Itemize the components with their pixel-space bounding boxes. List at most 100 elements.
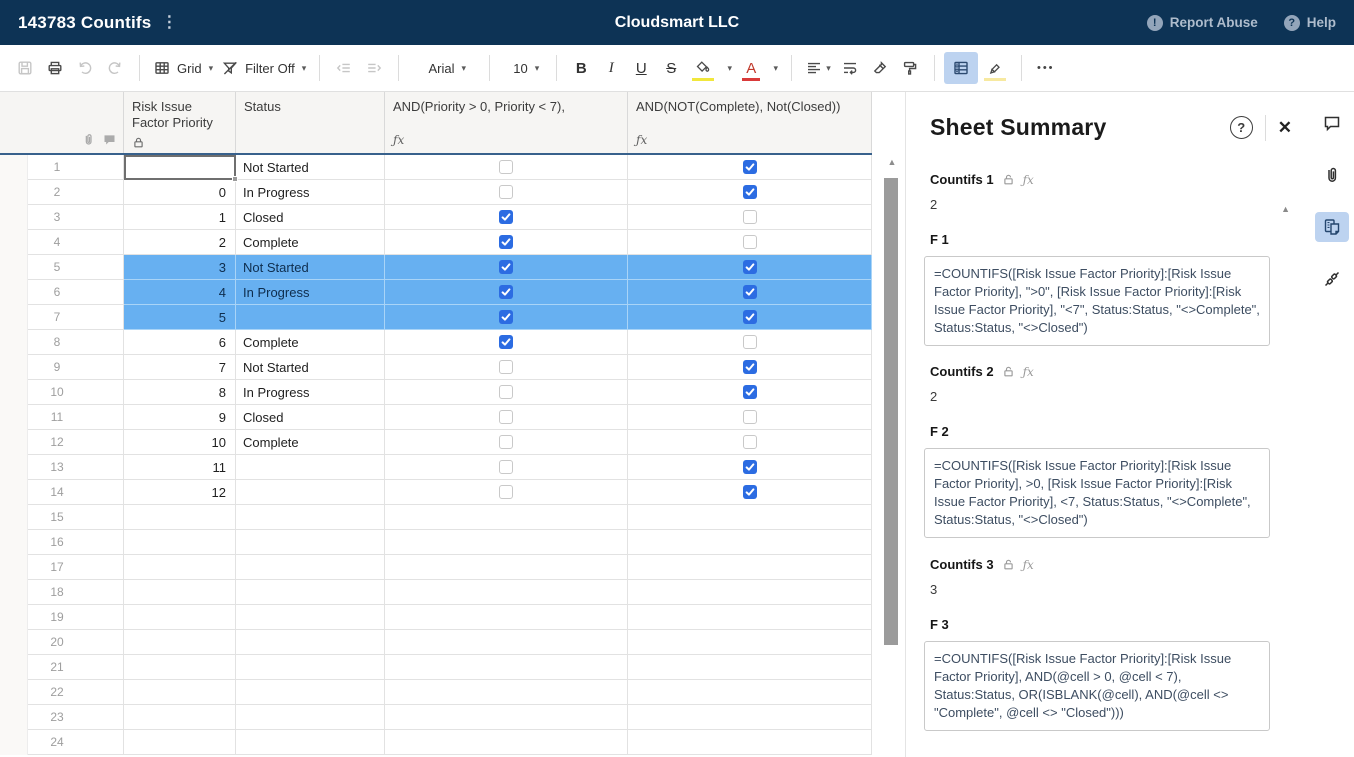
cell-risk-priority[interactable]: 7 xyxy=(124,355,236,380)
cell-status[interactable]: Complete xyxy=(236,230,385,255)
cell-status[interactable] xyxy=(236,630,385,655)
row-number[interactable]: 1 xyxy=(28,155,124,180)
cell-risk-priority[interactable]: 9 xyxy=(124,405,236,430)
font-color-dropdown[interactable]: ▾ xyxy=(766,52,782,84)
checkbox-unchecked[interactable] xyxy=(499,360,513,374)
cell-formula-1[interactable] xyxy=(385,205,628,230)
cell-risk-priority[interactable]: 10 xyxy=(124,430,236,455)
cell-formula-1[interactable] xyxy=(385,480,628,505)
checkbox-unchecked[interactable] xyxy=(499,185,513,199)
checkbox-unchecked[interactable] xyxy=(499,385,513,399)
cell-risk-priority[interactable] xyxy=(124,605,236,630)
font-color-button[interactable]: A xyxy=(736,52,766,84)
font-size-select[interactable]: 10 ▾ xyxy=(499,52,547,84)
cell-risk-priority[interactable]: 6 xyxy=(124,330,236,355)
cell-risk-priority[interactable] xyxy=(124,630,236,655)
fill-color-dropdown[interactable]: ▾ xyxy=(720,52,736,84)
checkbox-checked[interactable] xyxy=(742,160,757,174)
cell-risk-priority[interactable]: 3 xyxy=(124,255,236,280)
column-header-formula-2[interactable]: AND(NOT(Complete), Not(Closed)) ƒx xyxy=(628,92,872,153)
checkbox-checked[interactable] xyxy=(742,185,757,199)
cell-formula-1[interactable] xyxy=(385,405,628,430)
strikethrough-button[interactable]: S xyxy=(656,52,686,84)
report-abuse-link[interactable]: ! Report Abuse xyxy=(1146,14,1258,31)
print-button[interactable] xyxy=(40,52,70,84)
checkbox-checked[interactable] xyxy=(742,310,757,324)
cell-formula-2[interactable] xyxy=(628,705,872,730)
cell-formula-1[interactable] xyxy=(385,730,628,755)
cell-status[interactable] xyxy=(236,705,385,730)
cell-risk-priority[interactable]: 5 xyxy=(124,305,236,330)
scrollbar-thumb[interactable] xyxy=(884,178,898,645)
cell-formula-2[interactable] xyxy=(628,505,872,530)
panel-close-icon[interactable]: ✕ xyxy=(1278,118,1292,138)
cell-formula-2[interactable] xyxy=(628,405,872,430)
help-link[interactable]: ? Help xyxy=(1283,14,1336,31)
cell-risk-priority[interactable] xyxy=(124,705,236,730)
column-header-formula-1[interactable]: AND(Priority > 0, Priority < 7), ƒx xyxy=(385,92,628,153)
underline-button[interactable]: U xyxy=(626,52,656,84)
cell-formula-2[interactable] xyxy=(628,655,872,680)
row-number[interactable]: 13 xyxy=(28,455,124,480)
row-number[interactable]: 17 xyxy=(28,555,124,580)
cell-status[interactable]: Not Started xyxy=(236,355,385,380)
cell-formula-1[interactable] xyxy=(385,505,628,530)
wrap-text-button[interactable] xyxy=(835,52,865,84)
checkbox-unchecked[interactable] xyxy=(499,485,513,499)
cell-formula-2[interactable] xyxy=(628,305,872,330)
cell-risk-priority[interactable]: 11 xyxy=(124,455,236,480)
checkbox-checked[interactable] xyxy=(499,235,513,249)
cell-risk-priority[interactable] xyxy=(124,655,236,680)
grid-vertical-scrollbar[interactable]: ▲ xyxy=(880,155,904,757)
field-formula-box[interactable]: =COUNTIFS([Risk Issue Factor Priority]:[… xyxy=(924,641,1270,731)
cell-status[interactable] xyxy=(236,580,385,605)
checkbox-checked[interactable] xyxy=(742,260,757,274)
checkbox-unchecked[interactable] xyxy=(499,410,513,424)
cell-risk-priority[interactable]: 12 xyxy=(124,480,236,505)
card-grid-toggle-button[interactable] xyxy=(943,52,978,84)
field-value[interactable]: 2 xyxy=(930,197,1280,212)
row-number-column-header[interactable] xyxy=(0,92,124,153)
cell-formula-1[interactable] xyxy=(385,455,628,480)
scroll-up-icon[interactable]: ▲ xyxy=(880,157,904,167)
cell-formula-1[interactable] xyxy=(385,705,628,730)
cell-risk-priority[interactable] xyxy=(124,580,236,605)
cell-formula-1[interactable] xyxy=(385,355,628,380)
sheet-summary-button[interactable] xyxy=(1315,212,1349,242)
cell-risk-priority[interactable]: 4 xyxy=(124,280,236,305)
cell-formula-2[interactable] xyxy=(628,455,872,480)
checkbox-checked[interactable] xyxy=(742,385,757,399)
cell-status[interactable] xyxy=(236,530,385,555)
row-number[interactable]: 4 xyxy=(28,230,124,255)
checkbox-unchecked[interactable] xyxy=(742,435,757,449)
cell-formula-2[interactable] xyxy=(628,630,872,655)
outdent-button[interactable] xyxy=(329,52,359,84)
save-button[interactable] xyxy=(10,52,40,84)
redo-button[interactable] xyxy=(100,52,130,84)
row-number[interactable]: 3 xyxy=(28,205,124,230)
cell-formula-1[interactable] xyxy=(385,155,628,180)
field-formula-box[interactable]: =COUNTIFS([Risk Issue Factor Priority]:[… xyxy=(924,256,1270,346)
undo-button[interactable] xyxy=(70,52,100,84)
row-number[interactable]: 23 xyxy=(28,705,124,730)
row-number[interactable]: 11 xyxy=(28,405,124,430)
cell-formula-1[interactable] xyxy=(385,555,628,580)
cell-formula-1[interactable] xyxy=(385,655,628,680)
cell-status[interactable] xyxy=(236,555,385,580)
row-number[interactable]: 20 xyxy=(28,630,124,655)
row-number[interactable]: 2 xyxy=(28,180,124,205)
cell-risk-priority[interactable] xyxy=(124,155,236,180)
cell-status[interactable]: Closed xyxy=(236,405,385,430)
clear-format-button[interactable] xyxy=(865,52,895,84)
cell-status[interactable]: In Progress xyxy=(236,280,385,305)
row-number[interactable]: 12 xyxy=(28,430,124,455)
checkbox-checked[interactable] xyxy=(742,460,757,474)
cell-formula-1[interactable] xyxy=(385,280,628,305)
cell-formula-2[interactable] xyxy=(628,280,872,305)
bold-button[interactable]: B xyxy=(566,52,596,84)
cell-formula-1[interactable] xyxy=(385,180,628,205)
row-number[interactable]: 9 xyxy=(28,355,124,380)
cell-status[interactable] xyxy=(236,680,385,705)
attachments-button[interactable] xyxy=(1315,160,1349,190)
cell-formula-1[interactable] xyxy=(385,430,628,455)
